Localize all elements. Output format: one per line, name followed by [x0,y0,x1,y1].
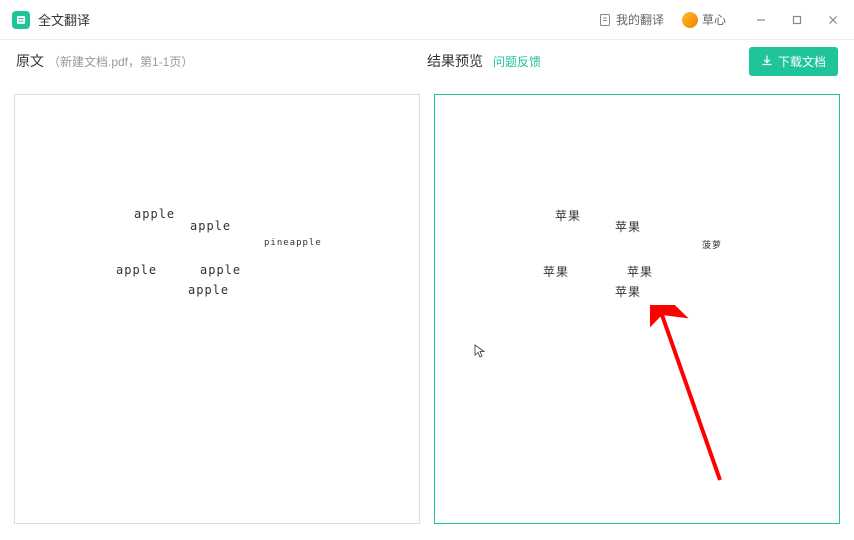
download-button[interactable]: 下载文档 [749,47,838,76]
preview-word: 苹果 [555,207,581,224]
source-section-title: 原文 [16,51,44,71]
source-word: apple [200,263,241,277]
title-bar: 全文翻译 我的翻译 草心 [0,0,854,40]
user-block[interactable]: 草心 [682,11,726,28]
source-word: pineapple [264,238,322,248]
preview-section-title: 结果预览 [427,51,483,71]
source-word: apple [188,283,229,297]
avatar-icon [682,12,698,28]
app-title: 全文翻译 [38,10,90,29]
maximize-button[interactable] [788,11,806,29]
download-icon [761,55,773,67]
source-word: apple [190,219,231,233]
preview-word: 苹果 [615,218,641,235]
annotation-arrow-icon [650,305,730,485]
close-button[interactable] [824,11,842,29]
source-section-subtitle: （新建文档.pdf，第1-1页） [48,53,193,70]
preview-word: 菠萝 [702,238,722,251]
source-word: apple [116,263,157,277]
preview-panel: 苹果 苹果 菠萝 苹果 苹果 苹果 [434,94,840,524]
header-row: 原文 （新建文档.pdf，第1-1页） 结果预览 问题反馈 下载文档 [0,40,854,82]
app-logo-icon [12,11,30,29]
preview-word: 苹果 [543,263,569,280]
preview-word: 苹果 [615,283,641,300]
source-panel: apple apple pineapple apple apple apple [14,94,420,524]
download-label: 下载文档 [778,53,826,70]
preview-word: 苹果 [627,263,653,280]
minimize-button[interactable] [752,11,770,29]
feedback-link[interactable]: 问题反馈 [493,53,541,70]
my-translations-label: 我的翻译 [616,11,664,28]
my-translations-link[interactable]: 我的翻译 [598,11,664,28]
source-word: apple [134,207,175,221]
username-label: 草心 [702,11,726,28]
doc-icon [598,13,612,27]
content-area: apple apple pineapple apple apple apple … [0,82,854,536]
